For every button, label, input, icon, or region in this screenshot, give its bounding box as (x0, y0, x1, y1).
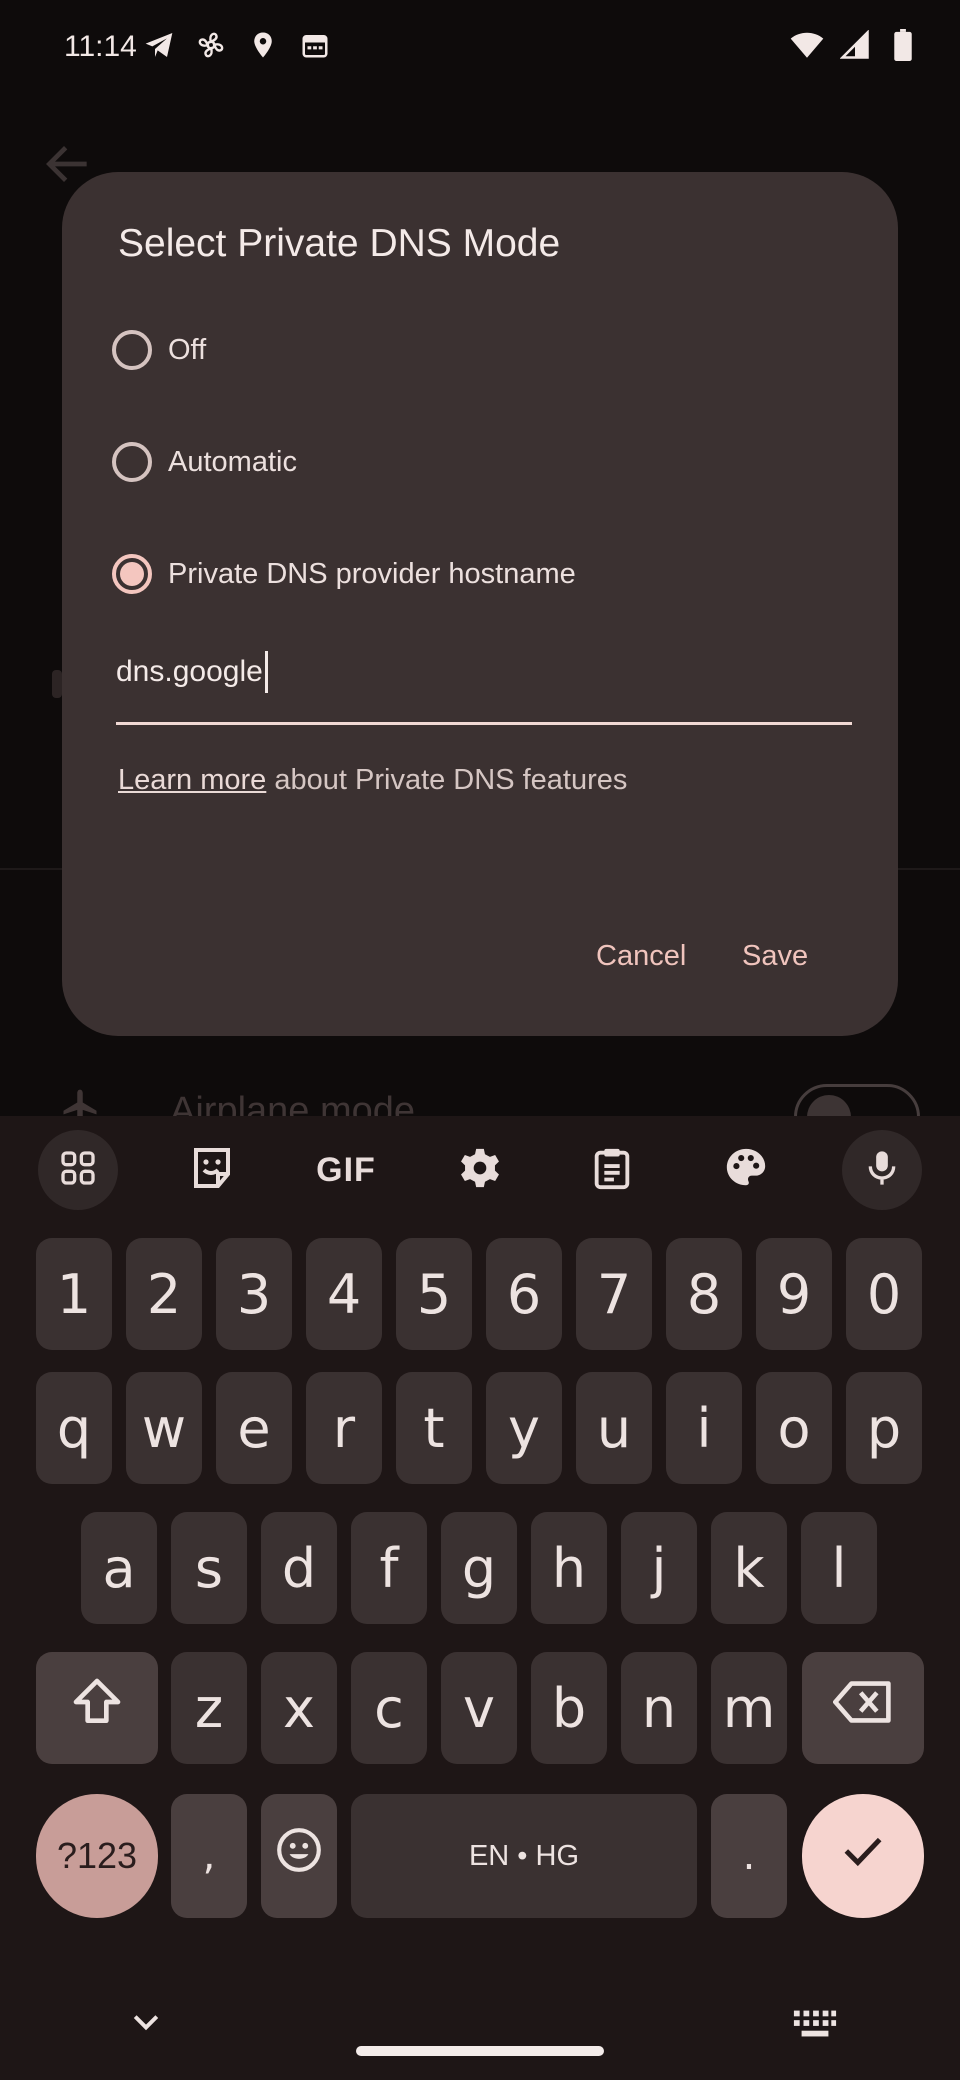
key-3[interactable]: 3 (216, 1238, 292, 1350)
key-p[interactable]: p (846, 1372, 922, 1484)
cancel-button[interactable]: Cancel (578, 930, 704, 983)
status-system-icons (790, 28, 920, 62)
period-key[interactable]: . (711, 1794, 787, 1918)
key-y[interactable]: y (486, 1372, 562, 1484)
key-k[interactable]: k (711, 1512, 787, 1624)
key-o[interactable]: o (756, 1372, 832, 1484)
checkmark-icon (838, 1825, 888, 1888)
private-dns-dialog: Select Private DNS Mode Off Automatic Pr… (62, 172, 898, 1036)
key-1[interactable]: 1 (36, 1238, 112, 1350)
keyboard-switch-icon[interactable] (792, 2008, 838, 2040)
clipboard-icon (589, 1145, 635, 1196)
key-v[interactable]: v (441, 1652, 517, 1764)
apps-grid-icon (58, 1148, 98, 1193)
location-icon (246, 28, 280, 62)
radio-label: Off (168, 333, 207, 366)
microphone-icon (862, 1148, 902, 1193)
key-i[interactable]: i (666, 1372, 742, 1484)
key-4[interactable]: 4 (306, 1238, 382, 1350)
key-7[interactable]: 7 (576, 1238, 652, 1350)
settings-gear-icon (457, 1145, 503, 1196)
backspace-icon (833, 1677, 893, 1740)
signal-icon (838, 28, 872, 62)
palette-icon (723, 1145, 769, 1196)
background-fragment (52, 670, 62, 698)
key-n[interactable]: n (621, 1652, 697, 1764)
key-q[interactable]: q (36, 1372, 112, 1484)
key-j[interactable]: j (621, 1512, 697, 1624)
key-u[interactable]: u (576, 1372, 652, 1484)
save-button[interactable]: Save (724, 930, 826, 983)
radio-option-hostname[interactable]: Private DNS provider hostname (112, 534, 576, 614)
key-a[interactable]: a (81, 1512, 157, 1624)
key-5[interactable]: 5 (396, 1238, 472, 1350)
key-t[interactable]: t (396, 1372, 472, 1484)
radio-button-selected[interactable] (112, 554, 152, 594)
key-0[interactable]: 0 (846, 1238, 922, 1350)
radio-label: Automatic (168, 445, 297, 478)
backspace-key[interactable] (802, 1652, 924, 1764)
hostname-underline (116, 722, 852, 725)
key-6[interactable]: 6 (486, 1238, 562, 1350)
comma-key[interactable]: , (171, 1794, 247, 1918)
key-m[interactable]: m (711, 1652, 787, 1764)
home-gesture-bar[interactable] (356, 2046, 604, 2056)
key-s[interactable]: s (171, 1512, 247, 1624)
space-key[interactable]: EN • HG (351, 1794, 697, 1918)
shift-arrow-icon (69, 1674, 125, 1743)
emoji-icon (274, 1825, 324, 1888)
telegram-icon (142, 28, 176, 62)
learn-more-text: Learn more about Private DNS features (118, 764, 627, 797)
key-9[interactable]: 9 (756, 1238, 832, 1350)
learn-more-rest: about Private DNS features (266, 764, 628, 796)
keyboard-settings-button[interactable] (440, 1130, 520, 1210)
key-d[interactable]: d (261, 1512, 337, 1624)
symbols-key[interactable]: ?123 (36, 1794, 158, 1918)
hostname-input[interactable]: dns.google (116, 642, 850, 702)
hostname-value: dns.google (116, 655, 263, 688)
sticker-icon (188, 1144, 236, 1197)
shift-key[interactable] (36, 1652, 158, 1764)
status-bar: 11:14 (0, 0, 960, 96)
status-notification-icons (142, 28, 332, 62)
key-c[interactable]: c (351, 1652, 427, 1764)
voice-input-button[interactable] (842, 1130, 922, 1210)
key-z[interactable]: z (171, 1652, 247, 1764)
gif-button[interactable]: GIF (306, 1130, 386, 1210)
radio-option-off[interactable]: Off (112, 310, 206, 390)
key-8[interactable]: 8 (666, 1238, 742, 1350)
radio-button[interactable] (112, 330, 152, 370)
key-l[interactable]: l (801, 1512, 877, 1624)
emoji-key[interactable] (261, 1794, 337, 1918)
apps-grid-button[interactable] (38, 1130, 118, 1210)
theme-button[interactable] (706, 1130, 786, 1210)
dialog-title: Select Private DNS Mode (118, 222, 561, 265)
chevron-down-icon[interactable] (124, 2004, 168, 2040)
status-time: 11:14 (64, 30, 137, 63)
fan-icon (194, 28, 228, 62)
text-caret (264, 651, 268, 693)
key-h[interactable]: h (531, 1512, 607, 1624)
sticker-button[interactable] (172, 1130, 252, 1210)
key-b[interactable]: b (531, 1652, 607, 1764)
radio-label: Private DNS provider hostname (168, 557, 576, 590)
enter-key[interactable] (802, 1794, 924, 1918)
learn-more-link[interactable]: Learn more (118, 764, 266, 796)
key-e[interactable]: e (216, 1372, 292, 1484)
radio-button[interactable] (112, 442, 152, 482)
gif-icon: GIF (316, 1150, 376, 1189)
wifi-icon (790, 28, 824, 62)
key-f[interactable]: f (351, 1512, 427, 1624)
calendar-icon (298, 28, 332, 62)
key-g[interactable]: g (441, 1512, 517, 1624)
clipboard-button[interactable] (572, 1130, 652, 1210)
radio-dot (120, 562, 144, 586)
key-r[interactable]: r (306, 1372, 382, 1484)
key-w[interactable]: w (126, 1372, 202, 1484)
radio-option-automatic[interactable]: Automatic (112, 422, 297, 502)
key-x[interactable]: x (261, 1652, 337, 1764)
key-2[interactable]: 2 (126, 1238, 202, 1350)
battery-icon (886, 28, 920, 62)
